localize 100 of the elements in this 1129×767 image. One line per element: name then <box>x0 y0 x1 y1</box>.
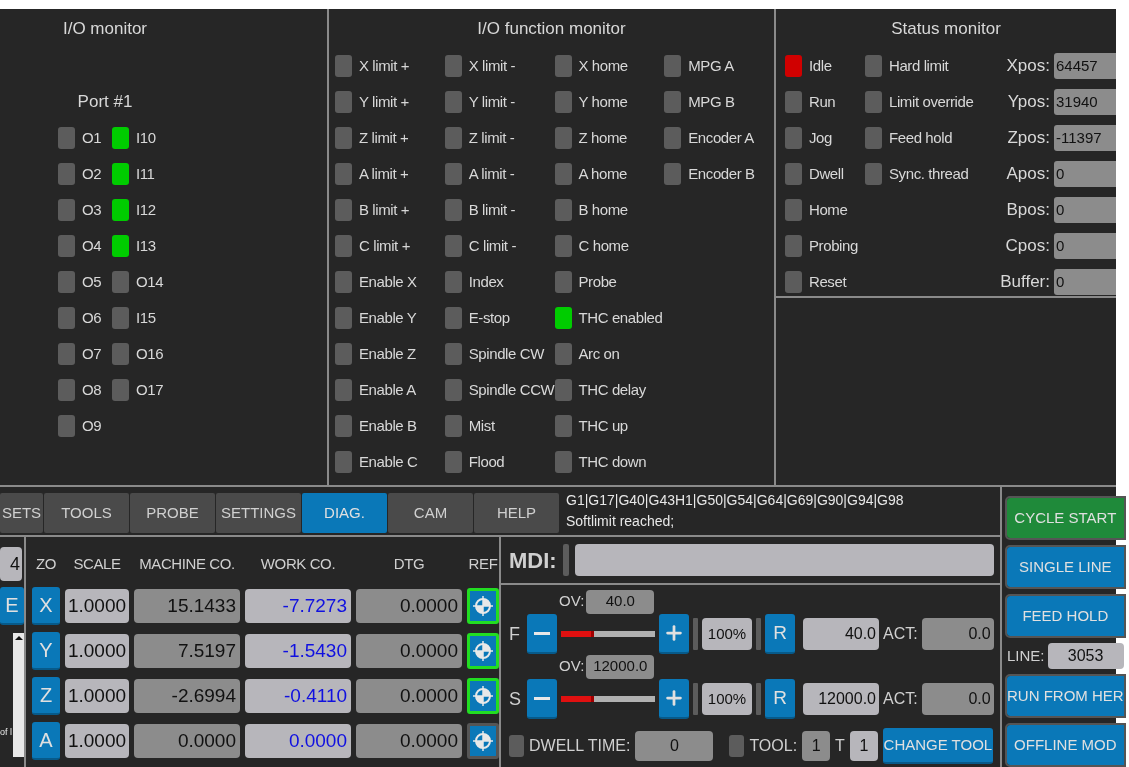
t-label: T <box>835 736 845 756</box>
axis-button[interactable]: Y <box>32 632 60 670</box>
value-field: 4 <box>0 547 22 581</box>
indicator-strip <box>693 618 698 650</box>
lamp-label: O8 <box>82 379 102 400</box>
table-cell: -1.5430 <box>245 634 351 668</box>
position-label: Apos: <box>1006 163 1050 186</box>
control-button[interactable]: RUN FROM HER <box>1007 676 1124 716</box>
lamp-label: Z limit - <box>468 127 515 148</box>
lamp-label: I13 <box>136 235 156 256</box>
ref-button[interactable] <box>467 633 499 669</box>
lamp-label: MPG B <box>688 91 735 112</box>
panel-title: I/O monitor <box>62 17 148 40</box>
lamp-label: I11 <box>136 163 155 184</box>
indicator-strip <box>562 544 569 576</box>
lamp-label: Encoder A <box>688 127 754 148</box>
lamp-label: Enable A <box>359 379 416 400</box>
plus-icon <box>663 622 685 644</box>
lamp-label: Enable Z <box>359 343 416 364</box>
reset-button[interactable]: R <box>765 614 795 654</box>
tab[interactable]: HELP <box>474 493 559 533</box>
change-tool-button[interactable]: CHANGE TOOL <box>882 728 993 764</box>
ref-button[interactable] <box>467 678 499 714</box>
lamp-label: Idle <box>809 55 832 76</box>
position-field: 64457 <box>1054 53 1116 79</box>
ov-field: 12000.0 <box>586 654 655 679</box>
lamp-label: O7 <box>82 343 102 364</box>
lamp-label: Y home <box>578 91 628 112</box>
table-cell: 15.1433 <box>134 589 240 623</box>
scrollbar[interactable] <box>13 633 24 757</box>
lamp-label: Spindle CW <box>468 343 544 364</box>
dwell-label: DWELL TIME: <box>529 736 631 756</box>
crosshair-icon <box>472 640 494 662</box>
reset-button[interactable]: R <box>765 679 795 719</box>
tab[interactable]: SETS <box>0 493 43 533</box>
table-cell: 0.0000 <box>356 724 462 758</box>
tab[interactable]: PROBE <box>130 493 215 533</box>
tab[interactable]: SETTINGS <box>216 493 301 533</box>
lamp-label: O2 <box>82 163 102 184</box>
lamp-label: O14 <box>136 271 164 292</box>
lamp-label: Z limit + <box>359 127 409 148</box>
dwell-field: 0 <box>635 731 714 761</box>
lamp-label: Run <box>809 91 836 112</box>
lamp-label: X home <box>578 55 628 76</box>
lamp-label: B home <box>578 199 628 220</box>
axis-button[interactable]: A <box>32 722 60 760</box>
crosshair-icon <box>472 685 494 707</box>
panel-title: I/O function monitor <box>477 17 626 40</box>
lamp-label: Home <box>809 199 848 220</box>
ref-button[interactable] <box>467 723 499 759</box>
control-button[interactable]: OFFLINE MOD <box>1007 725 1124 765</box>
tool-label: TOOL: <box>749 736 798 756</box>
control-button[interactable]: FEED HOLD <box>1007 596 1124 636</box>
position-label: Cpos: <box>1005 235 1050 258</box>
lamp-label: C limit + <box>359 235 410 256</box>
tab[interactable]: TOOLS <box>44 493 129 533</box>
plus-icon <box>663 687 685 709</box>
percent-field: 100% <box>702 618 752 650</box>
lamp-label: Reset <box>809 271 847 292</box>
side-button[interactable]: E <box>0 587 24 625</box>
lamp-label: B limit + <box>359 199 410 220</box>
tab[interactable]: DIAG. <box>302 493 387 533</box>
lamp-label: Index <box>468 271 504 292</box>
minus-button[interactable] <box>527 614 557 654</box>
lamp-label: Z home <box>578 127 627 148</box>
ov-label: OV: <box>559 656 585 677</box>
override-slider[interactable] <box>561 696 655 702</box>
port-label: Port #1 <box>77 91 133 114</box>
lamp-label: Enable X <box>359 271 417 292</box>
lamp-label: O6 <box>82 307 102 328</box>
column-header: SCALE <box>72 553 122 574</box>
lamp-label: I10 <box>136 127 156 148</box>
control-button[interactable]: SINGLE LINE <box>1007 547 1124 587</box>
lamp-label: THC up <box>578 415 628 436</box>
ref-button[interactable] <box>467 588 499 624</box>
column-header: DTG <box>392 553 426 574</box>
lamp-label: Enable C <box>359 451 418 472</box>
mdi-input-field[interactable] <box>574 544 994 576</box>
lamp-label: Probing <box>809 235 858 256</box>
tool-number-field: 1 <box>849 731 878 761</box>
axis-button[interactable]: X <box>32 587 60 625</box>
value-field: 12000.0 <box>803 683 879 715</box>
lamp-label: Y limit + <box>359 91 409 112</box>
tab[interactable]: CAM <box>388 493 473 533</box>
table-cell: 1.0000 <box>65 679 129 713</box>
override-slider[interactable] <box>561 631 655 637</box>
plus-button[interactable] <box>659 679 689 719</box>
lamp-label: A limit + <box>359 163 409 184</box>
lamp-label: A home <box>578 163 627 184</box>
minus-button[interactable] <box>527 679 557 719</box>
tool-field: 1 <box>802 731 831 761</box>
lamp-label: Y limit - <box>468 91 515 112</box>
lamp-label: A limit - <box>468 163 515 184</box>
scroll-up-icon[interactable] <box>13 633 24 643</box>
override-letter: F <box>509 622 521 646</box>
lamp-label: O17 <box>136 379 164 400</box>
control-button[interactable]: CYCLE START <box>1007 498 1124 538</box>
plus-button[interactable] <box>659 614 689 654</box>
lamp-label: O16 <box>136 343 164 364</box>
axis-button[interactable]: Z <box>32 677 60 715</box>
